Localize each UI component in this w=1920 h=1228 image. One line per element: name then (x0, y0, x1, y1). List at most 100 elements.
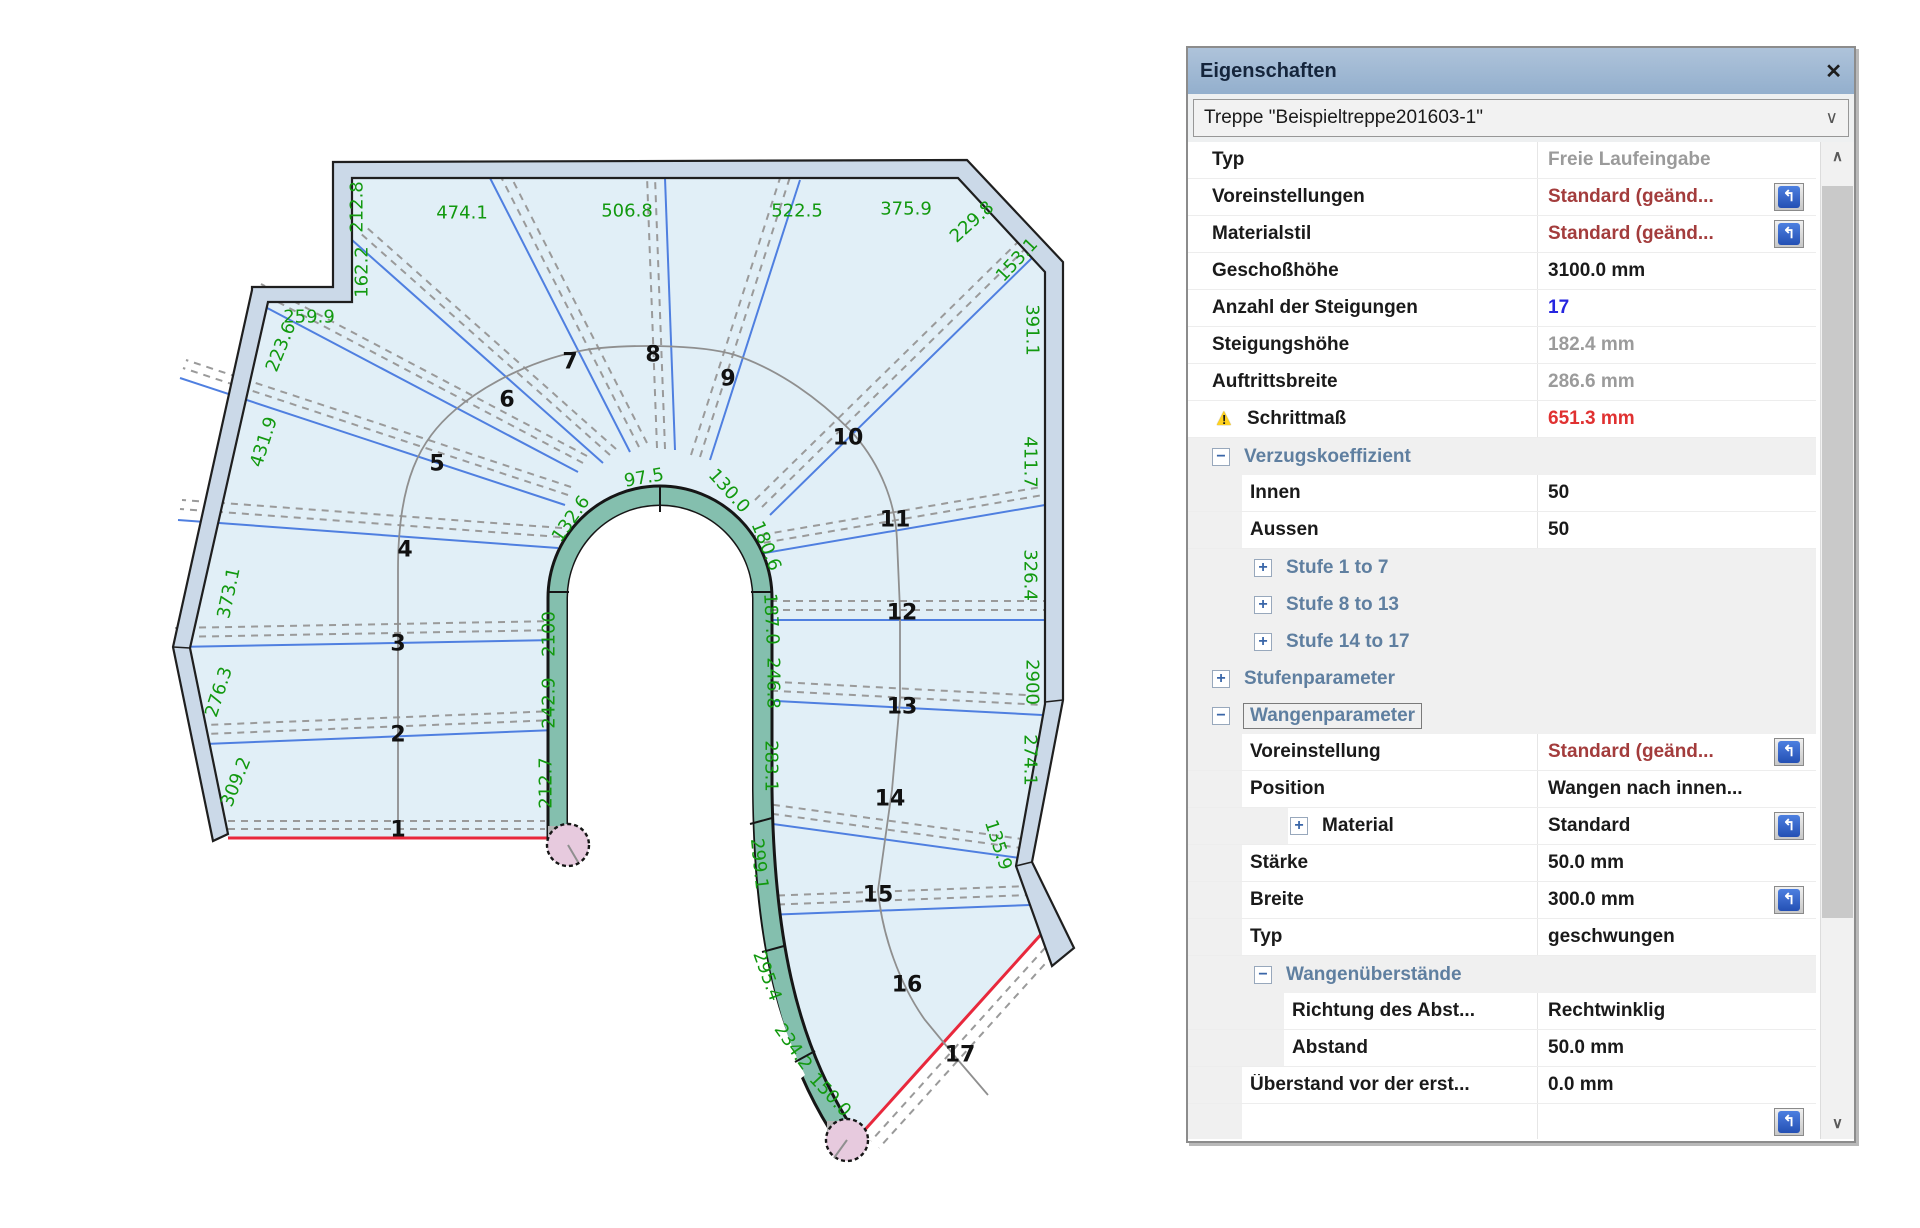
newel-post-end[interactable] (826, 1119, 868, 1161)
dimension-label: 2900 (1022, 659, 1043, 705)
property-value[interactable]: 17 (1537, 290, 1814, 326)
property-label: Anzahl der Steigungen (1212, 297, 1418, 319)
property-value[interactable]: 50 (1537, 512, 1814, 548)
property-row[interactable]: Auftrittsbreite 286.6 mm (1188, 364, 1816, 401)
newel-post-start[interactable] (547, 824, 589, 866)
expand-icon[interactable]: + (1254, 596, 1272, 614)
dimension-label: 212.7 (536, 757, 557, 809)
expand-icon[interactable]: + (1254, 633, 1272, 651)
indent-strip (1188, 993, 1284, 1029)
object-selector-dropdown[interactable]: Treppe "Beispieltreppe201603-1" ∨ (1193, 99, 1849, 137)
step-number: 14 (875, 787, 906, 812)
group-row[interactable]: −Verzugskoeffizient (1188, 438, 1816, 475)
undo-button[interactable]: ↰ (1774, 220, 1804, 248)
property-value[interactable]: 50.0 mm (1537, 845, 1814, 881)
step-number: 9 (720, 367, 735, 392)
undo-button[interactable]: ↰ (1774, 183, 1804, 211)
undo-icon: ↰ (1778, 186, 1800, 208)
property-row[interactable]: Abstand50.0 mm (1188, 1030, 1816, 1067)
scrollbar[interactable]: ∧ ∨ (1820, 142, 1854, 1139)
dimension-label: 187.0 (759, 593, 783, 646)
expand-icon[interactable]: + (1212, 670, 1230, 688)
undo-button[interactable]: ↰ (1774, 1108, 1804, 1136)
group-label: Stufe 1 to 7 (1286, 557, 1388, 579)
property-row[interactable]: Stärke50.0 mm (1188, 845, 1816, 882)
dimension-label: 326.4 (1020, 549, 1041, 601)
property-row[interactable]: Richtung des Abst...Rechtwinklig (1188, 993, 1816, 1030)
close-icon[interactable]: ✕ (1825, 59, 1842, 84)
property-row[interactable]: Steigungshöhe182.4 mm (1188, 327, 1816, 364)
undo-button[interactable]: ↰ (1774, 812, 1804, 840)
property-row[interactable]: MaterialstilStandard (geänd...↰ (1188, 216, 1816, 253)
property-row[interactable]: +MaterialStandard↰ (1188, 808, 1816, 845)
property-row[interactable]: VoreinstellungStandard (geänd...↰ (1188, 734, 1816, 771)
dimension-label: 212.8 (347, 181, 368, 233)
property-row[interactable]: ↰ (1188, 1104, 1816, 1139)
indent-strip (1188, 1104, 1242, 1139)
indent-strip (1188, 808, 1288, 844)
group-row[interactable]: −Wangenüberstände (1188, 956, 1816, 993)
property-label: Auftrittsbreite (1212, 371, 1338, 393)
collapse-icon[interactable]: − (1254, 966, 1272, 984)
property-row[interactable]: Innen50 (1188, 475, 1816, 512)
expand-icon[interactable]: + (1290, 817, 1308, 835)
property-row[interactable]: Aussen50 (1188, 512, 1816, 549)
property-value[interactable]: geschwungen (1537, 919, 1814, 955)
property-row[interactable]: VoreinstellungenStandard (geänd...↰ (1188, 179, 1816, 216)
property-row[interactable]: Typ geschwungen (1188, 919, 1816, 956)
warning-icon: ▲! (1212, 407, 1238, 431)
property-row[interactable]: Breite 300.0 mm↰ (1188, 882, 1816, 919)
group-label: Stufe 14 to 17 (1286, 631, 1410, 653)
group-row[interactable]: + Stufe 1 to 7 (1188, 549, 1816, 586)
collapse-icon[interactable]: − (1212, 448, 1230, 466)
property-row[interactable]: Anzahl der Steigungen 17 (1188, 290, 1816, 327)
property-value[interactable]: Wangen nach innen... (1537, 771, 1814, 807)
property-row[interactable]: ▲!Schrittmaß651.3 mm (1188, 401, 1816, 438)
property-value[interactable]: 3100.0 mm (1537, 253, 1814, 289)
scrollbar-thumb[interactable] (1822, 186, 1853, 918)
property-value[interactable]: 651.3 mm (1537, 401, 1814, 437)
property-value[interactable]: Standard (geänd... (1537, 179, 1814, 215)
dimension-label: 283.1 (761, 740, 782, 792)
property-row[interactable]: Geschoßhöhe3100.0 mm (1188, 253, 1816, 290)
property-value[interactable]: 0.0 mm (1537, 1067, 1814, 1103)
group-row[interactable]: −Wangenparameter (1188, 697, 1816, 734)
group-row[interactable]: +Stufenparameter (1188, 660, 1816, 697)
property-value[interactable]: 182.4 mm (1537, 327, 1814, 363)
dimension-label: 474.1 (436, 203, 488, 224)
expand-icon[interactable]: + (1254, 559, 1272, 577)
step-number: 6 (499, 388, 514, 413)
dimension-label: 242.9 (539, 677, 560, 729)
property-row[interactable]: TypFreie Laufeingabe (1188, 142, 1816, 179)
property-value[interactable]: Rechtwinklig (1537, 993, 1814, 1029)
property-label: Typ (1250, 926, 1282, 948)
group-row[interactable]: +Stufe 8 to 13 (1188, 586, 1816, 623)
property-value[interactable]: Freie Laufeingabe (1537, 142, 1814, 178)
step-number: 11 (880, 508, 911, 533)
property-value[interactable]: Standard (geänd... (1537, 216, 1814, 252)
group-row[interactable]: + Stufe 14 to 17 (1188, 623, 1816, 660)
undo-button[interactable]: ↰ (1774, 886, 1804, 914)
dimension-label: 2100 (539, 611, 560, 657)
indent-strip (1188, 512, 1242, 548)
property-row[interactable]: PositionWangen nach innen... (1188, 771, 1816, 808)
property-value[interactable]: 286.6 mm (1537, 364, 1814, 400)
indent-strip (1188, 734, 1242, 770)
property-row[interactable]: Überstand vor der erst...0.0 mm (1188, 1067, 1816, 1104)
dimension-label: 246.8 (763, 657, 784, 709)
object-selector-wrap: Treppe "Beispieltreppe201603-1" ∨ (1188, 94, 1854, 142)
property-value[interactable]: 300.0 mm (1537, 882, 1814, 918)
property-value[interactable] (1537, 1104, 1814, 1139)
scroll-up-icon[interactable]: ∧ (1821, 142, 1854, 172)
property-value[interactable]: Standard (1537, 808, 1814, 844)
property-value[interactable]: 50.0 mm (1537, 1030, 1814, 1066)
undo-button[interactable]: ↰ (1774, 738, 1804, 766)
step-number: 13 (887, 695, 918, 720)
property-value[interactable]: Standard (geänd... (1537, 734, 1814, 770)
scroll-down-icon[interactable]: ∨ (1821, 1109, 1854, 1139)
collapse-icon[interactable]: − (1212, 707, 1230, 725)
property-label: Breite (1250, 889, 1304, 911)
step-number: 12 (887, 601, 918, 626)
dimension-label: 391.1 (1022, 304, 1043, 356)
property-value[interactable]: 50 (1537, 475, 1814, 511)
